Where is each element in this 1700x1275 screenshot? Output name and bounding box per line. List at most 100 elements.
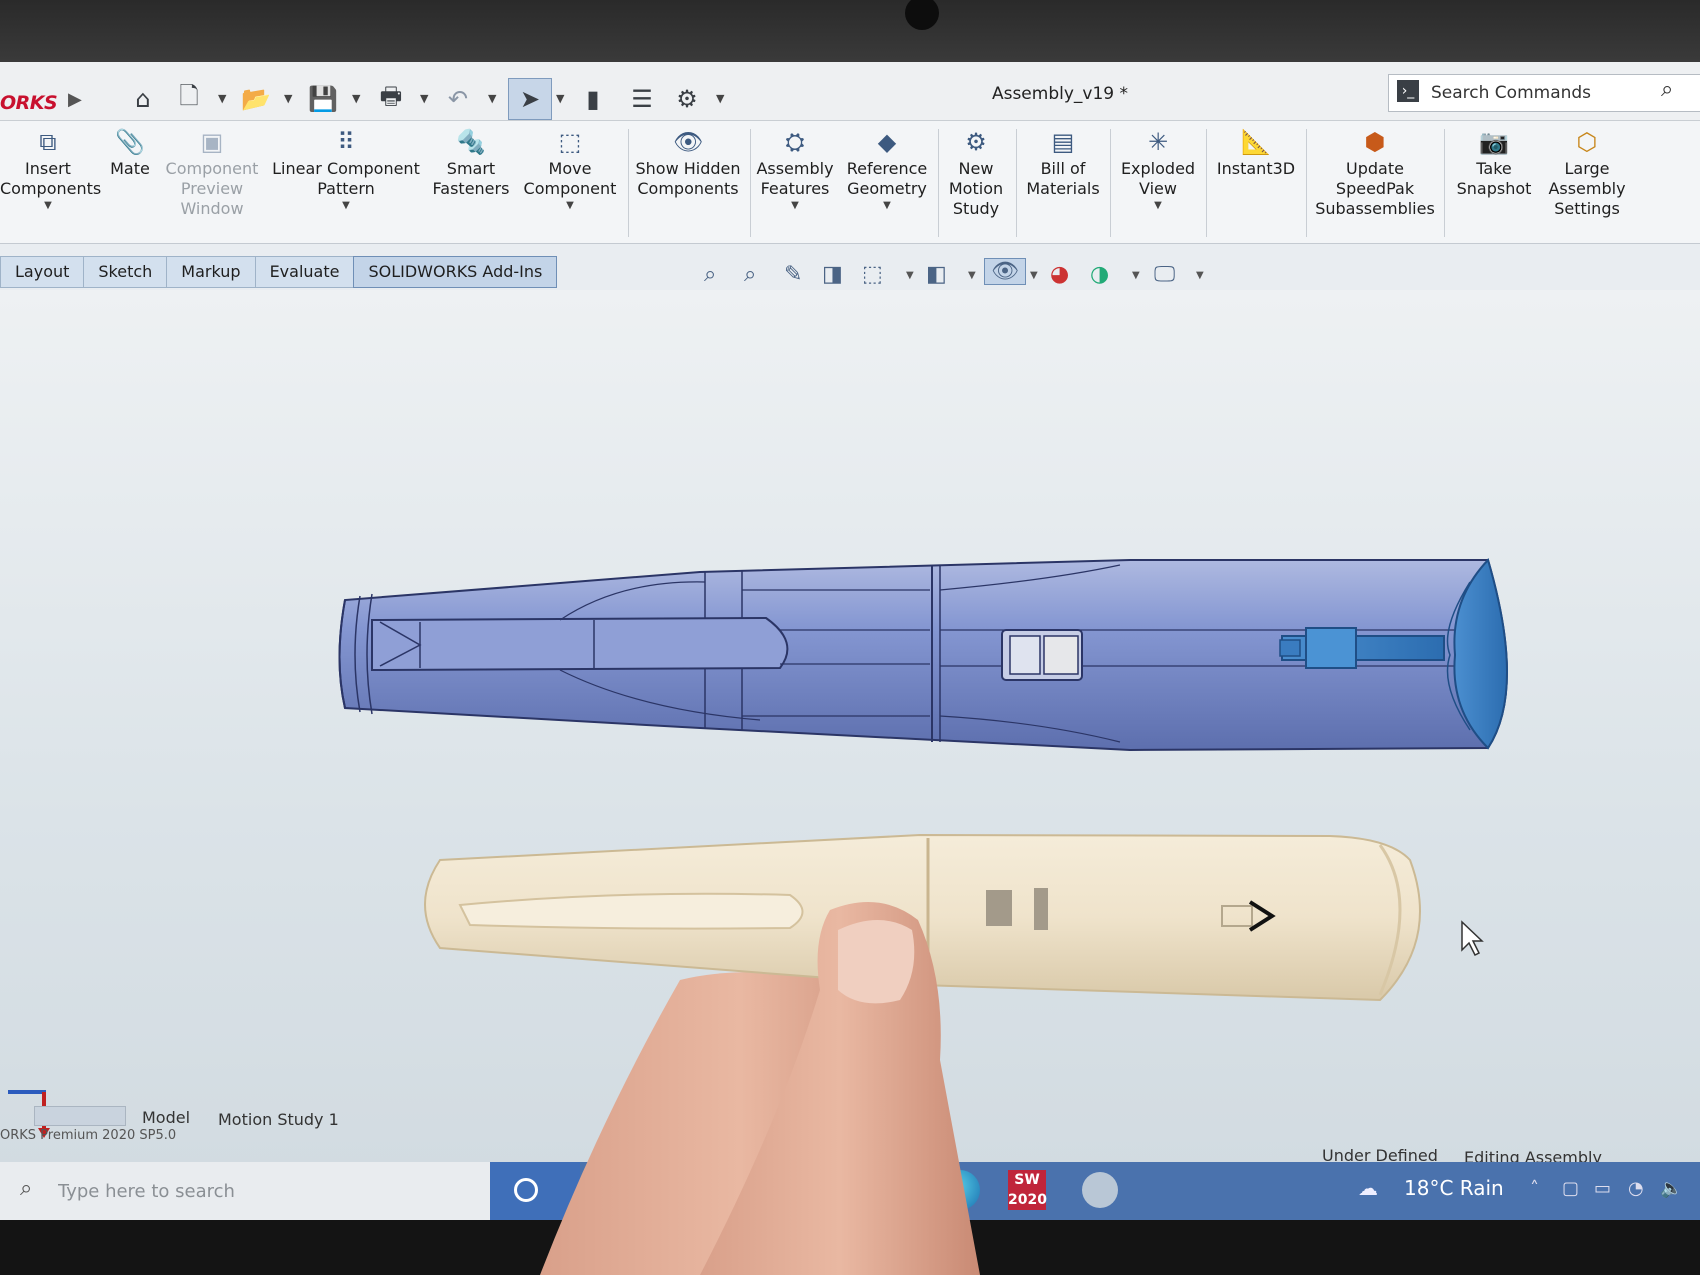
bill-of-materials-icon: ▤ [1051,128,1075,156]
windows-taskbar: ⌕ SW 2020 ☁ 18°C Rain ˄ ▢ ▭ ◔ 🔈 [0,1162,1700,1220]
tab-solidworks-add-ins[interactable]: SOLIDWORKS Add-Ins [353,256,558,288]
undo-icon[interactable]: ↶ [442,82,474,116]
apply-scene-icon[interactable]: ◑ [1090,262,1109,287]
previous-view-icon[interactable]: ✎ [784,262,802,287]
mate-button[interactable]: 📎 Mate [104,127,156,179]
search-input[interactable] [1429,77,1653,109]
component-preview-window-button[interactable]: ▣ Component Preview Window [160,127,264,219]
select-arrow-icon[interactable]: ➤ [508,78,552,120]
bill-of-materials-button[interactable]: ▤ Bill of Materials [1020,127,1106,199]
speedpak-icon: ⬢ [1364,128,1386,156]
reference-geometry-dropdown-icon[interactable]: ▼ [842,199,932,213]
screen: ORKS ▶ ⌂ 🗋 ▼ 📂 ▼ 💾 ▼ 🖶 ▼ ↶ ▼ ➤ ▼ ▮ ☰ ⚙ ▼… [0,62,1700,1220]
view-settings-monitor-icon[interactable]: 🖵 [1154,262,1175,287]
hide-show-dropdown-icon[interactable]: ▼ [1030,270,1038,281]
exploded-view-button[interactable]: ✳ Exploded View ▼ [1114,127,1202,213]
search-commands-box[interactable]: ›_ ⌕ [1388,74,1700,112]
view-settings-dropdown-icon[interactable]: ▼ [1196,270,1204,281]
linear-component-pattern-button[interactable]: ⠿ Linear Component Pattern ▼ [268,127,424,213]
move-component-dropdown-icon[interactable]: ▼ [518,199,622,213]
taskbar-search-box[interactable]: ⌕ [0,1162,490,1220]
taskbar-app-icon[interactable] [1082,1172,1118,1208]
solidworks-taskbar-icon[interactable]: SW 2020 [1008,1170,1047,1210]
smart-fasteners-icon: 🔩 [456,128,486,156]
rebuild-traffic-light-icon[interactable]: ▮ [580,82,606,116]
taskbar-apps [580,1162,1380,1220]
tab-evaluate[interactable]: Evaluate [254,256,355,288]
take-snapshot-button[interactable]: 📷 Take Snapshot [1448,127,1540,199]
exploded-view-dropdown-icon[interactable]: ▼ [1114,199,1202,213]
insert-components-dropdown-icon[interactable]: ▼ [0,199,96,213]
move-component-button[interactable]: ⬚ Move Component ▼ [518,127,622,213]
apply-scene-dropdown-icon[interactable]: ▼ [1132,270,1140,281]
instant3d-button[interactable]: 📐 Instant3D [1210,127,1302,179]
options-dropdown-icon[interactable]: ▼ [716,92,724,105]
large-assembly-settings-button[interactable]: ⬡ Large Assembly Settings [1542,127,1632,219]
command-manager-ribbon: ⧉ Insert Components ▼ 📎 Mate ▣ Component… [0,121,1700,244]
tab-sketch[interactable]: Sketch [83,256,168,288]
cortana-button[interactable] [490,1162,580,1220]
new-motion-study-button[interactable]: ⚙ New Motion Study [942,127,1010,219]
edge-browser-icon[interactable] [940,1170,980,1210]
select-dropdown-icon[interactable]: ▼ [556,92,564,105]
view-orientation-icon[interactable]: ⬚ [862,262,883,287]
weather-cloud-icon[interactable]: ☁ [1358,1176,1378,1200]
graphics-area[interactable] [0,290,1700,1170]
tab-model[interactable]: Model [142,1108,190,1127]
show-hidden-components-button[interactable]: 👁 Show Hidden Components [632,127,744,199]
view-orientation-dropdown-icon[interactable]: ▼ [906,270,914,281]
open-folder-icon[interactable]: 📂 [238,82,274,116]
hide-show-items-icon[interactable]: 👁 [984,258,1026,285]
wifi-icon[interactable]: ◔ [1628,1178,1644,1199]
tab-markup[interactable]: Markup [166,256,256,288]
title-bar: ORKS ▶ ⌂ 🗋 ▼ 📂 ▼ 💾 ▼ 🖶 ▼ ↶ ▼ ➤ ▼ ▮ ☰ ⚙ ▼… [0,62,1700,121]
display-style-icon[interactable]: ◧ [926,262,947,287]
tab-motion-study-1[interactable]: Motion Study 1 [218,1110,339,1129]
assembly-features-dropdown-icon[interactable]: ▼ [752,199,838,213]
save-dropdown-icon[interactable]: ▼ [352,92,360,105]
taskbar-search-input[interactable] [56,1174,460,1208]
meet-now-icon[interactable]: ▢ [1562,1178,1579,1199]
file-properties-icon[interactable]: ☰ [626,82,658,116]
save-icon[interactable]: 💾 [306,82,340,116]
reference-geometry-button[interactable]: ◆ Reference Geometry ▼ [842,127,932,213]
menu-expand-icon[interactable]: ▶ [68,89,82,110]
display-style-dropdown-icon[interactable]: ▼ [968,270,976,281]
move-component-icon: ⬚ [558,128,582,156]
zoom-to-fit-icon[interactable]: ⌕ [704,262,716,287]
undo-dropdown-icon[interactable]: ▼ [488,92,496,105]
search-icon[interactable]: ⌕ [1661,77,1673,102]
weather-readout[interactable]: 18°C Rain [1404,1176,1504,1200]
motion-study-gears-icon: ⚙ [965,128,987,156]
battery-icon[interactable]: ▭ [1594,1178,1611,1199]
new-document-icon[interactable]: 🗋 [174,82,204,116]
system-tray: ☁ 18°C Rain ˄ ▢ ▭ ◔ 🔈 [1340,1162,1700,1220]
cad-model-pen-housing[interactable] [0,290,1700,1170]
tab-scroll-bar[interactable] [34,1106,126,1126]
ribbon-separator [1306,129,1307,237]
ribbon-separator [628,129,629,237]
update-speedpak-button[interactable]: ⬢ Update SpeedPak Subassemblies [1310,127,1440,219]
edit-appearance-icon[interactable]: ◕ [1050,262,1069,287]
reference-geometry-icon: ◆ [877,128,897,156]
mate-paperclip-icon: 📎 [115,128,145,156]
tab-layout[interactable]: Layout [0,256,85,288]
webcam [905,0,939,30]
search-icon: ⌕ [20,1176,33,1201]
linear-pattern-dropdown-icon[interactable]: ▼ [268,199,424,213]
insert-components-button[interactable]: ⧉ Insert Components ▼ [0,127,101,213]
zoom-to-area-icon[interactable]: ⌕ [744,262,756,287]
open-dropdown-icon[interactable]: ▼ [284,92,292,105]
smart-fasteners-button[interactable]: 🔩 Smart Fasteners [428,127,514,199]
print-dropdown-icon[interactable]: ▼ [420,92,428,105]
assembly-features-button[interactable]: ⛭ Assembly Features ▼ [752,127,838,213]
section-view-icon[interactable]: ◨ [822,262,843,287]
options-gear-icon[interactable]: ⚙ [670,82,704,116]
volume-icon[interactable]: 🔈 [1660,1178,1682,1199]
ribbon-separator [1110,129,1111,237]
print-icon[interactable]: 🖶 [374,82,408,116]
new-dropdown-icon[interactable]: ▼ [218,92,226,105]
home-icon[interactable]: ⌂ [126,82,160,116]
chevron-up-icon[interactable]: ˄ [1530,1178,1539,1199]
component-preview-icon: ▣ [200,128,224,156]
